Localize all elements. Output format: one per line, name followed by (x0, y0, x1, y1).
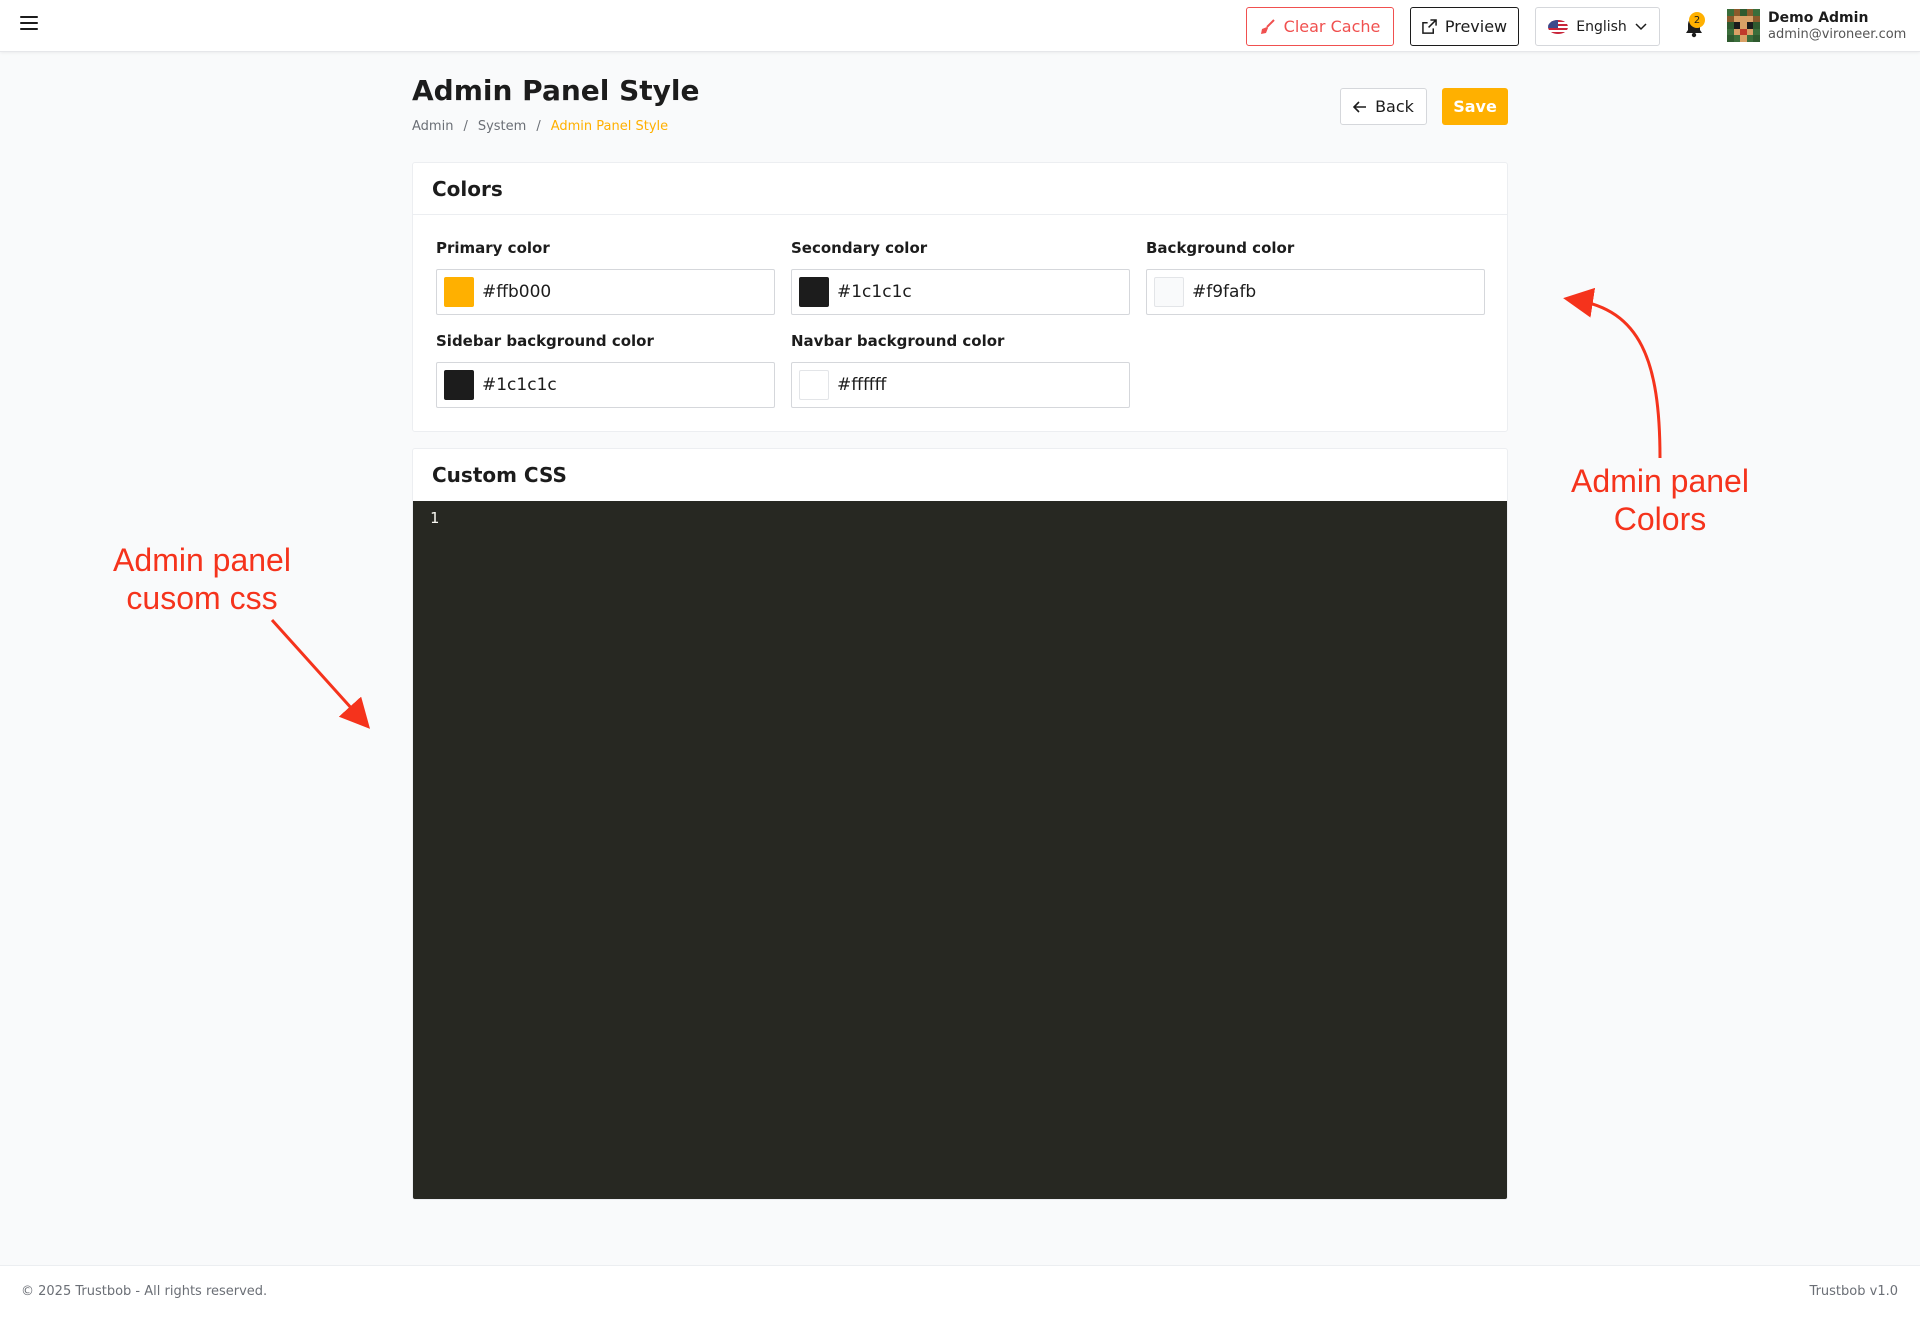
footer: © 2025 Trustbob - All rights reserved. T… (0, 1265, 1920, 1317)
arrow-left-icon (1353, 100, 1367, 113)
sidebar-bg-color-label: Sidebar background color (436, 332, 654, 350)
secondary-color-label: Secondary color (791, 239, 928, 257)
secondary-color-field[interactable]: #1c1c1c (791, 269, 1130, 315)
navbar-bg-color-field[interactable]: #ffffff (791, 362, 1130, 408)
footer-version: Trustbob v1.0 (1809, 1284, 1898, 1299)
back-button[interactable]: Back (1340, 88, 1427, 125)
annotation-css-line2: cusom css (126, 580, 278, 616)
navbar-bg-color-swatch[interactable] (799, 370, 829, 400)
breadcrumb-separator: / (463, 119, 468, 134)
css-code-editor[interactable]: 1 (413, 501, 1507, 1199)
chevron-down-icon (1635, 22, 1647, 30)
primary-color-value: #ffb000 (482, 282, 552, 302)
preview-label: Preview (1444, 17, 1508, 36)
sidebar-bg-color-swatch[interactable] (444, 370, 474, 400)
colors-card-title: Colors (413, 163, 1507, 215)
colors-card: Colors Primary color #ffb000 Secondary c… (412, 162, 1508, 432)
breadcrumb-separator: / (536, 119, 541, 134)
primary-color-field[interactable]: #ffb000 (436, 269, 775, 315)
sidebar-bg-color-value: #1c1c1c (482, 375, 557, 395)
external-link-icon (1422, 19, 1437, 34)
secondary-color-swatch[interactable] (799, 277, 829, 307)
annotation-colors: Admin panel Colors (1560, 462, 1760, 538)
user-name[interactable]: Demo Admin (1768, 10, 1868, 26)
sidebar-bg-color-field[interactable]: #1c1c1c (436, 362, 775, 408)
annotation-colors-line1: Admin panel (1571, 463, 1749, 499)
line-number: 1 (430, 509, 440, 527)
clear-cache-label: Clear Cache (1283, 17, 1381, 36)
custom-css-card: Custom CSS 1 (412, 448, 1508, 1200)
hamburger-icon[interactable] (20, 16, 38, 32)
annotation-css-line1: Admin panel (113, 542, 291, 578)
save-button[interactable]: Save (1442, 88, 1508, 125)
breadcrumb-system[interactable]: System (478, 119, 526, 134)
page-title: Admin Panel Style (412, 74, 700, 107)
primary-color-swatch[interactable] (444, 277, 474, 307)
breadcrumb-current: Admin Panel Style (550, 119, 669, 134)
notification-badge: 2 (1689, 12, 1705, 28)
user-email: admin@vironeer.com (1768, 27, 1907, 42)
language-selector[interactable]: English (1535, 7, 1660, 46)
navbar-bg-color-label: Navbar background color (791, 332, 1005, 350)
background-color-field[interactable]: #f9fafb (1146, 269, 1485, 315)
background-color-label: Background color (1146, 239, 1295, 257)
arrow-to-custom-css (270, 618, 371, 729)
clear-cache-button[interactable]: Clear Cache (1246, 7, 1394, 46)
background-color-value: #f9fafb (1192, 282, 1257, 302)
breadcrumb-admin[interactable]: Admin (412, 119, 453, 134)
broom-icon (1260, 18, 1275, 34)
us-flag-icon (1548, 19, 1569, 34)
secondary-color-value: #1c1c1c (837, 282, 912, 302)
back-label: Back (1375, 97, 1414, 116)
arrow-to-colors (1563, 287, 1662, 459)
avatar[interactable] (1727, 9, 1760, 42)
breadcrumb: Admin / System / Admin Panel Style (412, 119, 668, 134)
background-color-swatch[interactable] (1154, 277, 1184, 307)
annotation-css: Admin panel cusom css (102, 541, 302, 617)
navbar-bg-color-value: #ffffff (837, 375, 887, 395)
navbar: Clear Cache Preview English 2 Demo Admin… (0, 0, 1920, 52)
footer-copyright: © 2025 Trustbob - All rights reserved. (21, 1284, 268, 1299)
primary-color-label: Primary color (436, 239, 550, 257)
preview-button[interactable]: Preview (1410, 7, 1519, 46)
custom-css-title: Custom CSS (432, 463, 567, 487)
annotation-colors-line2: Colors (1613, 501, 1707, 537)
language-label: English (1576, 18, 1627, 35)
